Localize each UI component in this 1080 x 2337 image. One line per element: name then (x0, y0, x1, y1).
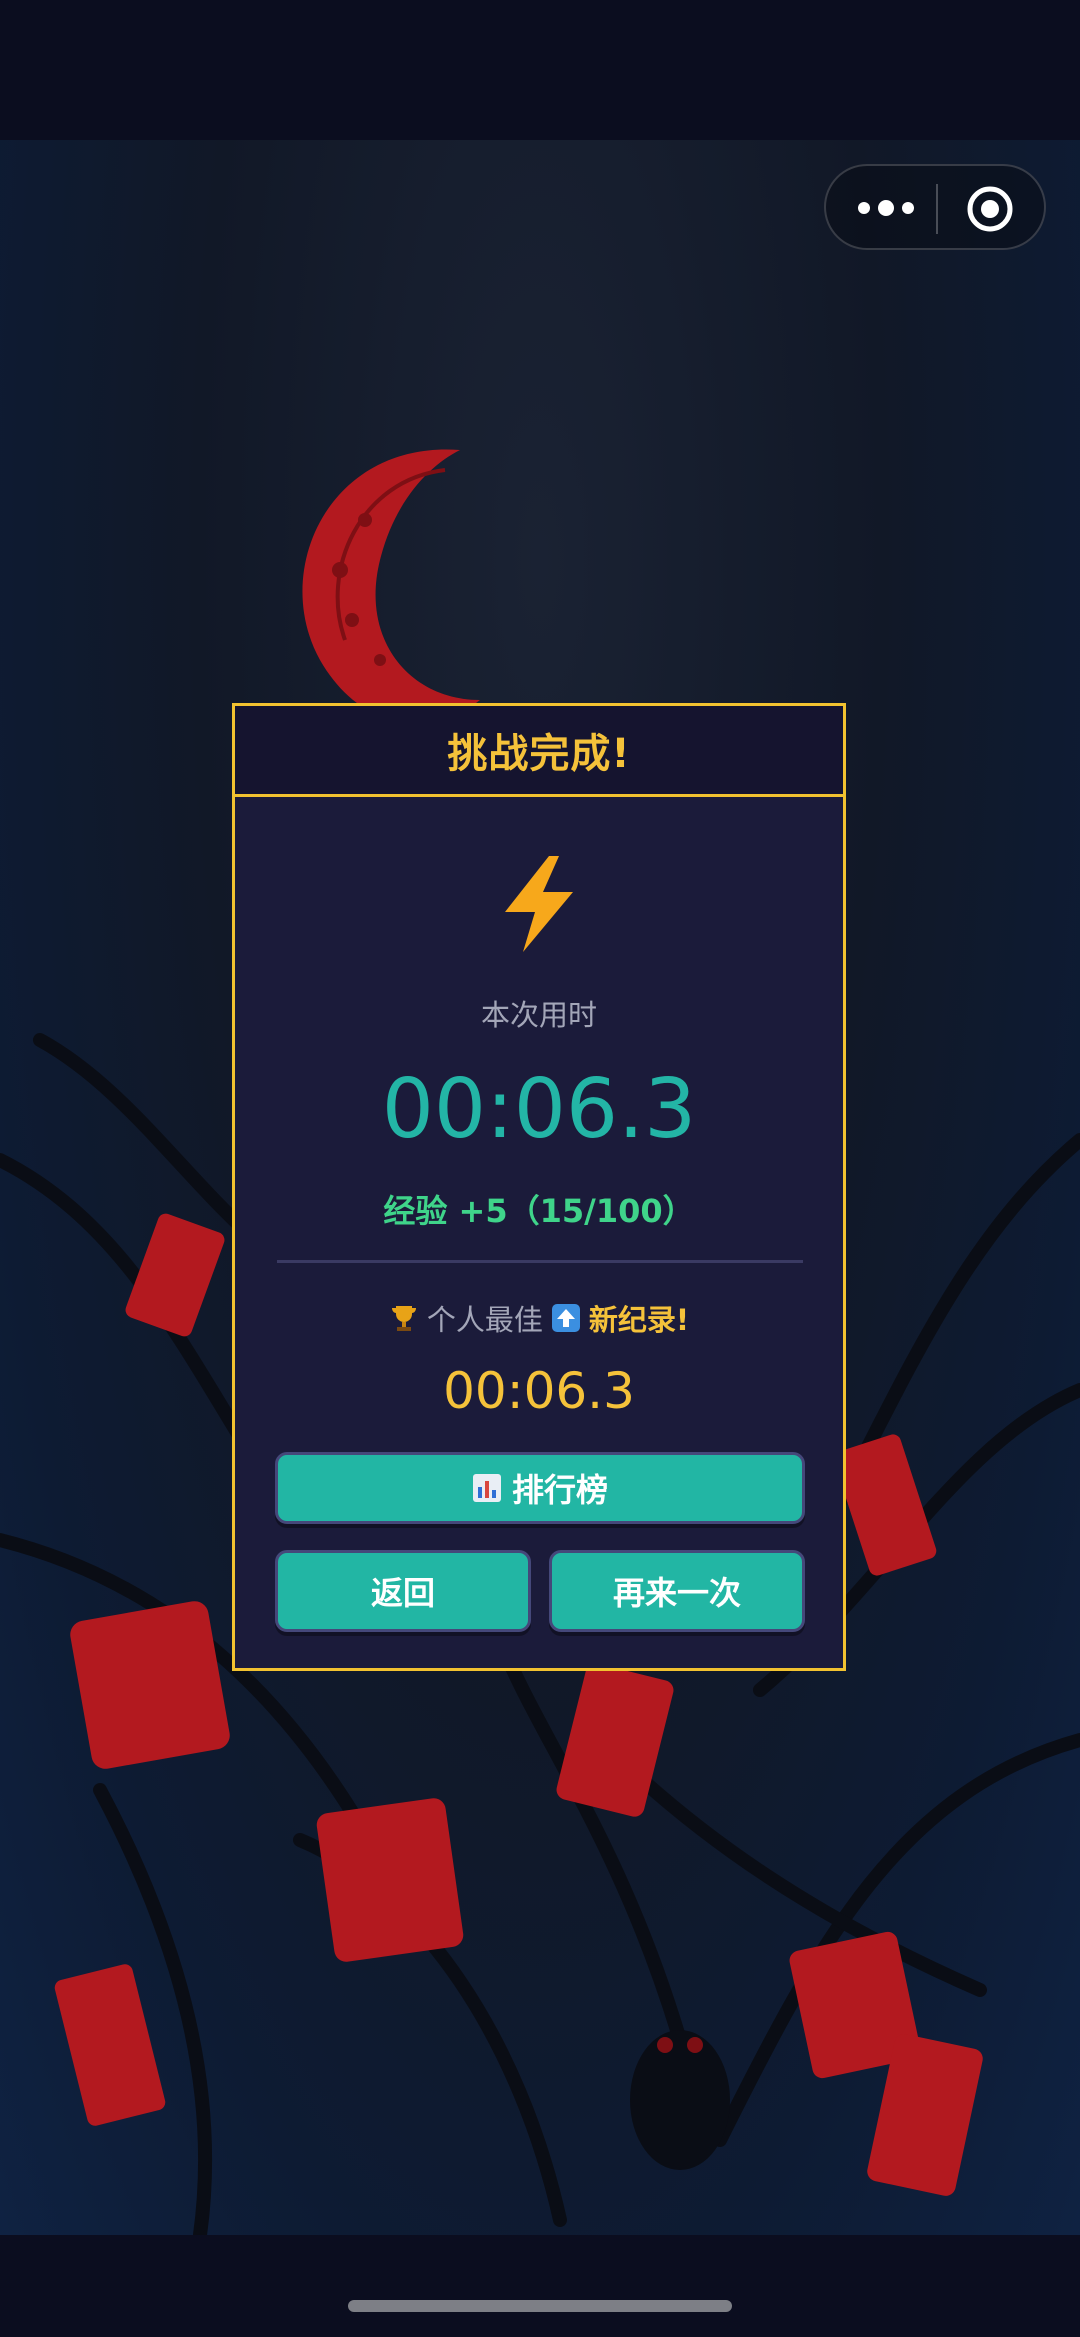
divider (277, 1260, 803, 1263)
leaderboard-button-label: 排行榜 (511, 1471, 608, 1509)
time-value: 00:06.3 (381, 1062, 697, 1157)
personal-best-label: 个人最佳 (426, 1303, 543, 1337)
play-again-button-label: 再来一次 (612, 1574, 741, 1612)
dialog-title: 挑战完成! (447, 731, 631, 777)
time-label: 本次用时 (480, 998, 597, 1032)
target-circle-icon[interactable] (966, 185, 1014, 233)
personal-best-value: 00:06.3 (443, 1362, 635, 1420)
personal-best-row: 个人最佳 新纪录! (235, 1297, 843, 1339)
bottom-safe-area (0, 2235, 1080, 2337)
app-screen: 挑战完成! 本次用时 00:06.3 经验 +5（15/100） 个人最佳 新纪… (0, 0, 1080, 2337)
lightning-bolt-icon (505, 856, 573, 952)
owl-silhouette (630, 2030, 730, 2170)
capsule-divider (936, 184, 938, 234)
back-button[interactable]: 返回 (275, 1550, 531, 1632)
play-again-button[interactable]: 再来一次 (549, 1550, 805, 1632)
up-arrow-icon (551, 1304, 580, 1332)
home-indicator[interactable] (348, 2300, 732, 2312)
result-dialog: 挑战完成! 本次用时 00:06.3 经验 +5（15/100） 个人最佳 新纪… (232, 703, 846, 1671)
leaderboard-button[interactable]: 排行榜 (275, 1452, 805, 1524)
more-dots-icon[interactable] (854, 188, 918, 228)
dialog-header: 挑战完成! (235, 706, 843, 797)
trophy-icon (391, 1306, 416, 1331)
moon-decoration (302, 449, 480, 724)
new-record-badge: 新纪录! (588, 1303, 690, 1337)
back-button-label: 返回 (370, 1574, 435, 1612)
miniprogram-capsule (824, 164, 1046, 250)
experience-text: 经验 +5（15/100） (383, 1192, 695, 1230)
bar-chart-icon (472, 1474, 501, 1502)
